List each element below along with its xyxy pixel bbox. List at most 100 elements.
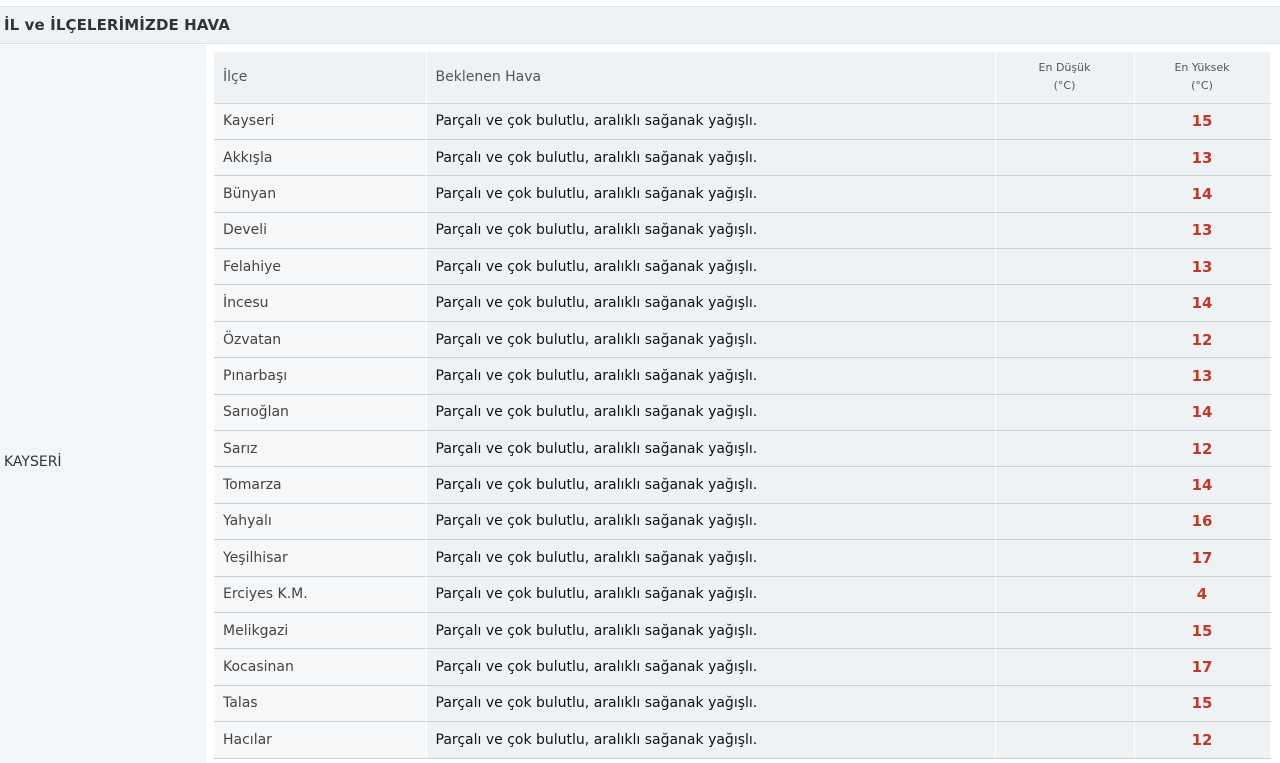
ilce-cell: Pınarbaşı: [214, 357, 427, 395]
province-panel: KAYSERİ: [0, 45, 206, 763]
min-temp-cell: [995, 648, 1135, 686]
max-temp-cell: 13: [1134, 357, 1271, 395]
min-temp-cell: [995, 321, 1135, 359]
max-temp-cell: 13: [1134, 139, 1271, 177]
ilce-cell: Yeşilhisar: [214, 539, 427, 577]
min-temp-cell: [995, 612, 1135, 650]
forecast-cell: Parçalı ve çok bulutlu, aralıklı sağanak…: [426, 685, 996, 723]
max-temp-cell: 12: [1134, 321, 1271, 359]
min-temp-cell: [995, 248, 1135, 286]
weather-table-wrapper: İlçe Beklenen Hava En Düşük (°C) En Yüks…: [214, 52, 1271, 763]
table-row: Felahiye Parçalı ve çok bulutlu, aralıklı…: [214, 248, 1271, 286]
table-row: Sarıoğlan Parçalı ve çok bulutlu, aralıkl…: [214, 394, 1271, 432]
ilce-cell: Melikgazi: [214, 612, 427, 650]
ilce-cell: Kayseri: [214, 103, 427, 140]
forecast-cell: Parçalı ve çok bulutlu, aralıklı sağanak…: [426, 175, 996, 213]
header-beklenen-hava: Beklenen Hava: [426, 52, 996, 104]
max-temp-cell: 16: [1134, 503, 1271, 541]
table-row: Kayseri Parçalı ve çok bulutlu, aralıklı …: [214, 103, 1271, 140]
header-en-yuksek-unit: (°C): [1191, 79, 1213, 93]
table-row: Develi Parçalı ve çok bulutlu, aralıklı s…: [214, 212, 1271, 250]
forecast-cell: Parçalı ve çok bulutlu, aralıklı sağanak…: [426, 539, 996, 577]
max-temp-cell: 14: [1134, 175, 1271, 213]
min-temp-cell: [995, 539, 1135, 577]
max-temp-cell: 4: [1134, 576, 1271, 613]
min-temp-cell: [995, 430, 1135, 468]
forecast-cell: Parçalı ve çok bulutlu, aralıklı sağanak…: [426, 321, 996, 359]
max-temp-cell: 14: [1134, 466, 1271, 504]
weather-page: İL ve İLÇELERİMİZDE HAVA KAYSERİ İlçe Be…: [0, 0, 1280, 763]
ilce-cell: Kocasinan: [214, 648, 427, 686]
forecast-cell: Parçalı ve çok bulutlu, aralıklı sağanak…: [426, 466, 996, 504]
min-temp-cell: [995, 685, 1135, 723]
header-en-dusuk-label: En Düşük: [1038, 61, 1091, 75]
max-temp-cell: 15: [1134, 685, 1271, 723]
header-en-dusuk-unit: (°C): [1053, 79, 1076, 93]
table-row: İncesu Parçalı ve çok bulutlu, aralıklı s…: [214, 284, 1271, 322]
forecast-cell: Parçalı ve çok bulutlu, aralıklı sağanak…: [426, 612, 996, 650]
forecast-cell: Parçalı ve çok bulutlu, aralıklı sağanak…: [426, 284, 996, 322]
section-title-bar: İL ve İLÇELERİMİZDE HAVA: [0, 6, 1280, 44]
max-temp-cell: 17: [1134, 539, 1271, 577]
ilce-cell: Yahyalı: [214, 503, 427, 541]
min-temp-cell: [995, 284, 1135, 322]
forecast-cell: Parçalı ve çok bulutlu, aralıklı sağanak…: [426, 721, 996, 759]
min-temp-cell: [995, 139, 1135, 177]
forecast-cell: Parçalı ve çok bulutlu, aralıklı sağanak…: [426, 576, 996, 613]
table-row: Melikgazi Parçalı ve çok bulutlu, aralıkl…: [214, 612, 1271, 650]
table-row: Kocasinan Parçalı ve çok bulutlu, aralıkl…: [214, 648, 1271, 686]
forecast-cell: Parçalı ve çok bulutlu, aralıklı sağanak…: [426, 139, 996, 177]
table-row: Özvatan Parçalı ve çok bulutlu, aralıklı …: [214, 321, 1271, 359]
max-temp-cell: 15: [1134, 103, 1271, 140]
max-temp-cell: 12: [1134, 721, 1271, 759]
forecast-cell: Parçalı ve çok bulutlu, aralıklı sağanak…: [426, 430, 996, 468]
header-en-yuksek: En Yüksek (°C): [1134, 52, 1271, 104]
min-temp-cell: [995, 576, 1135, 613]
forecast-cell: Parçalı ve çok bulutlu, aralıklı sağanak…: [426, 648, 996, 686]
header-ilce: İlçe: [214, 52, 427, 104]
min-temp-cell: [995, 503, 1135, 541]
ilce-cell: İncesu: [214, 284, 427, 322]
forecast-cell: Parçalı ve çok bulutlu, aralıklı sağanak…: [426, 357, 996, 395]
min-temp-cell: [995, 212, 1135, 250]
table-body: Kayseri Parçalı ve çok bulutlu, aralıklı …: [214, 103, 1271, 759]
ilce-cell: Özvatan: [214, 321, 427, 359]
table-row: Erciyes K.M. Parçalı ve çok bulutlu, aral…: [214, 576, 1271, 613]
min-temp-cell: [995, 175, 1135, 213]
table-row: Bünyan Parçalı ve çok bulutlu, aralıklı s…: [214, 175, 1271, 213]
province-name: KAYSERİ: [4, 454, 62, 470]
section-title: İL ve İLÇELERİMİZDE HAVA: [4, 16, 230, 34]
ilce-cell: Felahiye: [214, 248, 427, 286]
forecast-cell: Parçalı ve çok bulutlu, aralıklı sağanak…: [426, 212, 996, 250]
min-temp-cell: [995, 103, 1135, 140]
table-row: Tomarza Parçalı ve çok bulutlu, aralıklı …: [214, 466, 1271, 504]
max-temp-cell: 12: [1134, 430, 1271, 468]
min-temp-cell: [995, 357, 1135, 395]
min-temp-cell: [995, 394, 1135, 432]
table-header-row: İlçe Beklenen Hava En Düşük (°C) En Yüks…: [214, 52, 1271, 104]
max-temp-cell: 13: [1134, 248, 1271, 286]
table-row: Talas Parçalı ve çok bulutlu, aralıklı sa…: [214, 685, 1271, 723]
ilce-cell: Bünyan: [214, 175, 427, 213]
ilce-cell: Talas: [214, 685, 427, 723]
max-temp-cell: 17: [1134, 648, 1271, 686]
max-temp-cell: 15: [1134, 612, 1271, 650]
weather-table: İlçe Beklenen Hava En Düşük (°C) En Yüks…: [214, 52, 1271, 759]
ilce-cell: Develi: [214, 212, 427, 250]
table-row: Hacılar Parçalı ve çok bulutlu, aralıklı …: [214, 721, 1271, 759]
table-row: Akkışla Parçalı ve çok bulutlu, aralıklı …: [214, 139, 1271, 177]
header-en-dusuk: En Düşük (°C): [995, 52, 1135, 104]
forecast-cell: Parçalı ve çok bulutlu, aralıklı sağanak…: [426, 394, 996, 432]
table-row: Yahyalı Parçalı ve çok bulutlu, aralıklı …: [214, 503, 1271, 541]
header-en-yuksek-label: En Yüksek: [1174, 61, 1230, 75]
min-temp-cell: [995, 721, 1135, 759]
table-row: Sarız Parçalı ve çok bulutlu, aralıklı sa…: [214, 430, 1271, 468]
max-temp-cell: 14: [1134, 284, 1271, 322]
ilce-cell: Sarıoğlan: [214, 394, 427, 432]
ilce-cell: Sarız: [214, 430, 427, 468]
min-temp-cell: [995, 466, 1135, 504]
ilce-cell: Tomarza: [214, 466, 427, 504]
max-temp-cell: 13: [1134, 212, 1271, 250]
table-row: Yeşilhisar Parçalı ve çok bulutlu, aralık…: [214, 539, 1271, 577]
forecast-cell: Parçalı ve çok bulutlu, aralıklı sağanak…: [426, 248, 996, 286]
